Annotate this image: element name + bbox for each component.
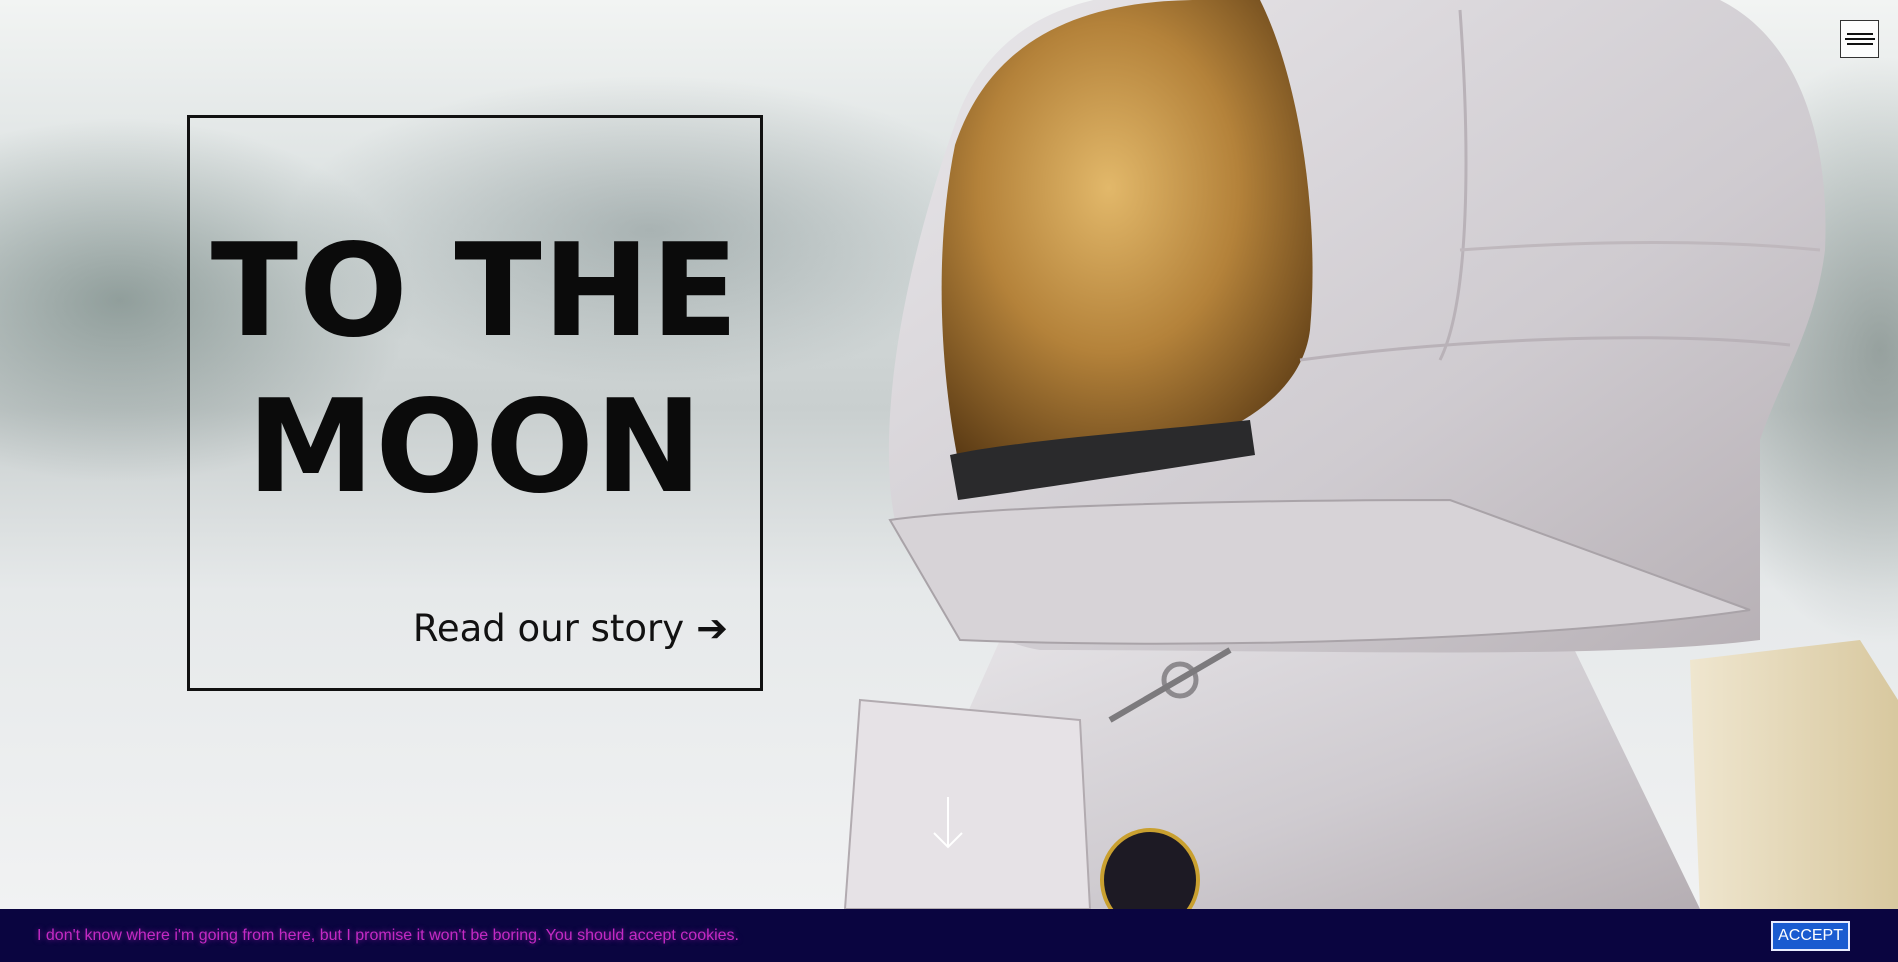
- read-our-story-link[interactable]: Read our story ➔: [413, 606, 728, 650]
- hamburger-menu-icon-line: [1844, 38, 1875, 40]
- arrow-down-icon[interactable]: [928, 795, 968, 850]
- hero-title-card: TO THE MOON Read our story ➔: [187, 115, 763, 691]
- title-line-1: TO THE: [210, 217, 740, 366]
- hamburger-menu-icon-line: [1846, 43, 1873, 45]
- page-title: TO THE MOON: [190, 214, 760, 526]
- menu-button[interactable]: [1840, 20, 1879, 58]
- read-our-story-label: Read our story: [412, 606, 685, 650]
- accept-cookies-button[interactable]: ACCEPT: [1771, 920, 1850, 951]
- title-line-2: MOON: [246, 373, 704, 522]
- cookie-message: I don't know where i'm going from here, …: [37, 926, 739, 944]
- cookie-banner: I don't know where i'm going from here, …: [0, 909, 1898, 962]
- arrow-right-icon: ➔: [696, 606, 728, 650]
- hamburger-menu-icon: [1846, 33, 1873, 35]
- hero-section: TO THE MOON Read our story ➔: [0, 0, 1898, 909]
